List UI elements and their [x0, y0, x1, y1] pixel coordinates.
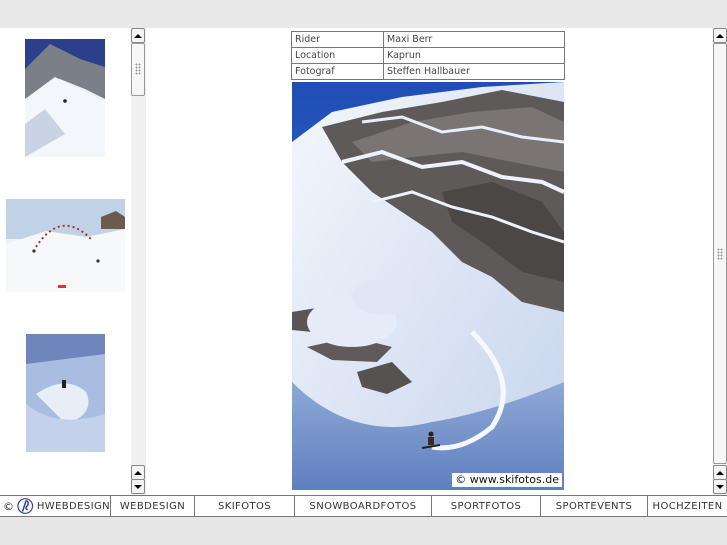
grip-icon	[717, 248, 723, 260]
info-key: Rider	[291, 31, 384, 48]
thumbnail-scrollbar[interactable]	[131, 28, 145, 495]
info-row-rider: Rider Maxi Berr	[291, 31, 565, 48]
copyright-symbol: ©	[3, 499, 15, 513]
arrow-down-icon	[134, 484, 142, 489]
photo-info-table: Rider Maxi Berr Location Kaprun Fotograf…	[291, 31, 565, 80]
thumbnail-powder-turn-image	[26, 334, 105, 452]
thumbnail-2[interactable]	[6, 199, 125, 292]
info-value: Steffen Hallbauer	[383, 63, 565, 80]
arrow-down-icon	[716, 484, 724, 489]
bottom-strip	[0, 517, 727, 545]
arrow-up-icon	[716, 33, 724, 38]
nav-brand[interactable]: © HWEBDESIGN	[0, 496, 111, 516]
arrow-up-icon	[716, 470, 724, 475]
photo-copyright: © www.skifotos.de	[452, 473, 562, 487]
bottom-nav: © HWEBDESIGN WEBDESIGN SKIFOTOS SNOWBOAR…	[0, 495, 727, 517]
scroll-thumb[interactable]	[713, 43, 727, 464]
top-strip	[0, 0, 727, 28]
scroll-down-button[interactable]	[713, 479, 727, 494]
arrow-up-icon	[134, 470, 142, 475]
scroll-up-button[interactable]	[713, 28, 727, 43]
nav-item-snowboardfotos[interactable]: SNOWBOARDFOTOS	[295, 496, 432, 516]
scroll-thumb[interactable]	[131, 43, 145, 96]
info-row-photographer: Fotograf Steffen Hallbauer	[291, 63, 565, 80]
nav-item-webdesign[interactable]: WEBDESIGN	[111, 496, 195, 516]
nav-item-sportevents[interactable]: SPORTEVENTS	[541, 496, 648, 516]
content-area: Rider Maxi Berr Location Kaprun Fotograf…	[0, 28, 727, 495]
scroll-up-button-lower[interactable]	[131, 465, 145, 480]
nav-item-sportfotos[interactable]: SPORTFOTOS	[432, 496, 541, 516]
nav-item-skifotos[interactable]: SKIFOTOS	[195, 496, 295, 516]
scroll-down-button[interactable]	[131, 479, 145, 494]
snowboard-powder-photo	[292, 82, 564, 490]
info-key: Location	[291, 47, 384, 64]
thumbnail-steep-slope-image	[25, 39, 105, 157]
scroll-up-button-lower[interactable]	[713, 465, 727, 480]
nav-item-hochzeiten[interactable]: HOCHZEITEN	[648, 496, 727, 516]
info-row-location: Location Kaprun	[291, 47, 565, 64]
arrow-up-icon	[134, 33, 142, 38]
info-value: Maxi Berr	[383, 31, 565, 48]
main-photo: © www.skifotos.de	[292, 82, 564, 490]
hwebdesign-logo-icon	[17, 498, 34, 514]
thumbnail-frame	[0, 28, 131, 495]
info-value: Kaprun	[383, 47, 565, 64]
thumbnail-jump-sequence-image	[6, 199, 125, 292]
info-key: Fotograf	[291, 63, 384, 80]
scroll-up-button[interactable]	[131, 28, 145, 43]
grip-icon	[135, 63, 141, 75]
thumbnail-1[interactable]	[25, 39, 105, 157]
frame-divider	[145, 28, 146, 495]
main-scrollbar[interactable]	[713, 28, 727, 495]
nav-brand-label: HWEBDESIGN	[36, 500, 110, 512]
thumbnail-3[interactable]	[26, 334, 105, 452]
